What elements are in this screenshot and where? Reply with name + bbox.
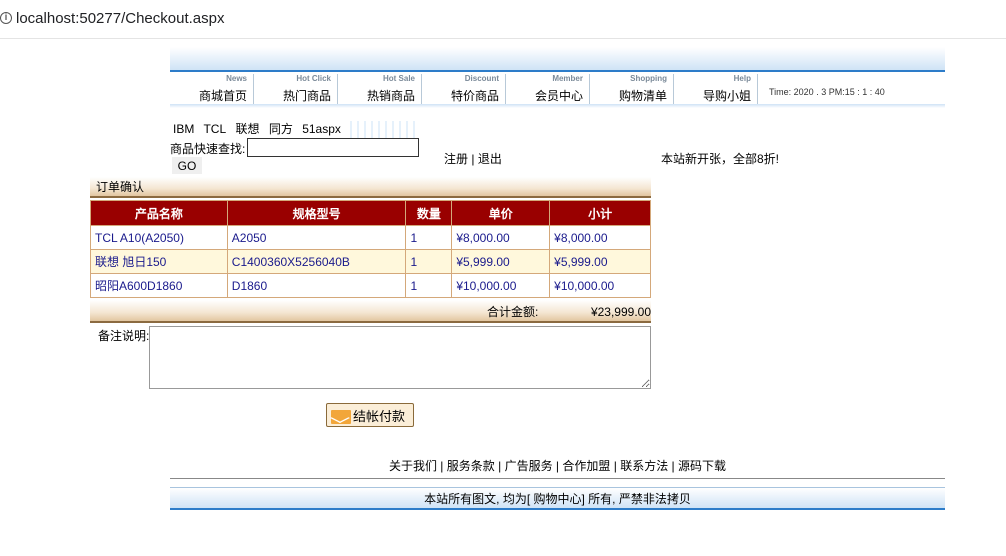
nav-item-home[interactable]: News 商城首页 (170, 74, 254, 104)
product-model: D1860 (226, 273, 407, 298)
brand-link[interactable]: 同方 (269, 122, 293, 136)
nav-item-cn-label[interactable]: 购物清单 (590, 88, 667, 104)
order-section-title: 订单确认 (90, 177, 651, 198)
nav-item-en-label: Member (552, 74, 583, 83)
main-nav: News 商城首页 Hot Click 热门商品 Hot Sale 热销商品 D… (170, 74, 945, 106)
envelope-icon (331, 410, 351, 425)
product-name-link[interactable]: TCL A10(A2050) (90, 225, 228, 250)
nav-divider (170, 104, 945, 108)
checkout-button-label: 结帐付款 (353, 408, 406, 424)
nav-item-cn-label[interactable]: 热销商品 (338, 88, 415, 104)
nav-item-hot-click[interactable]: Hot Click 热门商品 (254, 74, 338, 104)
product-price: ¥8,000.00 (451, 225, 551, 250)
nav-item-discount[interactable]: Discount 特价商品 (422, 74, 506, 104)
brand-link[interactable]: 51aspx (302, 122, 341, 136)
column-header: 单价 (451, 200, 551, 226)
product-price: ¥5,999.00 (451, 249, 551, 274)
nav-item-en-label: Hot Click (296, 74, 331, 83)
note-textarea[interactable] (149, 326, 651, 389)
server-time: Time: 2020 . 3 PM:15 : 1 : 40 (769, 87, 885, 97)
register-link[interactable]: 注册 (444, 152, 468, 166)
footer-link-about[interactable]: 关于我们 (389, 459, 437, 473)
product-name-link[interactable]: 联想 旭日150 (90, 249, 228, 274)
table-header-row: 产品名称 规格型号 数量 单价 小计 (90, 200, 651, 226)
product-qty: 1 (405, 273, 453, 298)
total-value: ¥23,999.00 (590, 305, 651, 319)
brand-link[interactable]: TCL (203, 122, 226, 136)
order-total-bar: 合计金额: ¥23,999.00 (90, 300, 651, 323)
table-row: 昭阳A600D1860 D1860 1 ¥10,000.00 ¥10,000.0… (90, 273, 651, 298)
nav-item-cn-label[interactable]: 导购小姐 (674, 88, 751, 104)
table-row: 联想 旭日150 C1400360X5256040B 1 ¥5,999.00 ¥… (90, 249, 651, 274)
go-button[interactable]: GO (172, 157, 202, 174)
nav-item-hot-sale[interactable]: Hot Sale 热销商品 (338, 74, 422, 104)
nav-item-cn-label[interactable]: 会员中心 (506, 88, 583, 104)
nav-item-en-label: Hot Sale (382, 74, 415, 83)
account-separator: | (468, 152, 478, 166)
promo-text: 本站新开张，全部8折! (661, 152, 780, 166)
footer-link-contact[interactable]: 联系方法 (620, 459, 668, 473)
column-header: 规格型号 (226, 200, 407, 226)
browser-address-bar[interactable]: i localhost:50277/Checkout.aspx (0, 0, 1006, 39)
product-model: C1400360X5256040B (226, 249, 407, 274)
product-qty: 1 (405, 225, 453, 250)
product-price: ¥10,000.00 (451, 273, 551, 298)
brand-link[interactable]: 联想 (235, 122, 259, 136)
logout-link[interactable]: 退出 (478, 152, 502, 166)
search-input[interactable] (247, 138, 419, 157)
footer-link-source[interactable]: 源码下载 (678, 459, 726, 473)
brand-banner-image (350, 120, 419, 139)
product-model: A2050 (226, 225, 407, 250)
nav-item-cn-label[interactable]: 商城首页 (170, 88, 247, 104)
nav-item-en-label: Discount (464, 74, 499, 83)
footer-links: 关于我们 | 服务条款 | 广告服务 | 合作加盟 | 联系方法 | 源码下载 (170, 457, 945, 479)
nav-item-en-label: Shopping (630, 74, 667, 83)
footer-link-terms[interactable]: 服务条款 (447, 459, 495, 473)
footer-link-partner[interactable]: 合作加盟 (562, 459, 610, 473)
order-table: 产品名称 规格型号 数量 单价 小计 TCL A10(A2050) A2050 … (90, 200, 651, 298)
brand-link[interactable]: IBM (173, 122, 194, 136)
nav-item-help[interactable]: Help 导购小姐 (674, 74, 758, 104)
url-path: :50277/Checkout.aspx (75, 10, 225, 27)
account-links: 注册 | 退出 (444, 150, 502, 167)
site-info-icon[interactable]: i (0, 12, 12, 24)
column-header: 数量 (405, 200, 453, 226)
header-banner (170, 47, 945, 72)
brand-links: IBM TCL 联想 同方 51aspx (173, 120, 424, 139)
column-header: 产品名称 (90, 200, 228, 226)
nav-item-cn-label[interactable]: 特价商品 (422, 88, 499, 104)
search-label: 商品快速查找: (170, 142, 246, 156)
nav-item-shopping[interactable]: Shopping 购物清单 (590, 74, 674, 104)
product-subtotal: ¥5,999.00 (549, 249, 651, 274)
column-header: 小计 (549, 200, 651, 226)
note-label: 备注说明: (98, 329, 150, 343)
nav-item-cn-label[interactable]: 热门商品 (254, 88, 331, 104)
checkout-button[interactable]: 结帐付款 (326, 403, 414, 427)
nav-item-member[interactable]: Member 会员中心 (506, 74, 590, 104)
total-label: 合计金额: (487, 305, 539, 319)
footer-link-ads[interactable]: 广告服务 (505, 459, 553, 473)
nav-item-en-label: Help (733, 74, 751, 83)
nav-item-en-label: News (226, 74, 247, 83)
product-subtotal: ¥10,000.00 (549, 273, 651, 298)
table-row: TCL A10(A2050) A2050 1 ¥8,000.00 ¥8,000.… (90, 225, 651, 250)
product-name-link[interactable]: 昭阳A600D1860 (90, 273, 228, 298)
copyright-bar: 本站所有图文, 均为[ 购物中心] 所有, 严禁非法拷贝 (170, 487, 945, 510)
product-subtotal: ¥8,000.00 (549, 225, 651, 250)
product-qty: 1 (405, 249, 453, 274)
url-text[interactable]: localhost:50277/Checkout.aspx (16, 10, 224, 27)
